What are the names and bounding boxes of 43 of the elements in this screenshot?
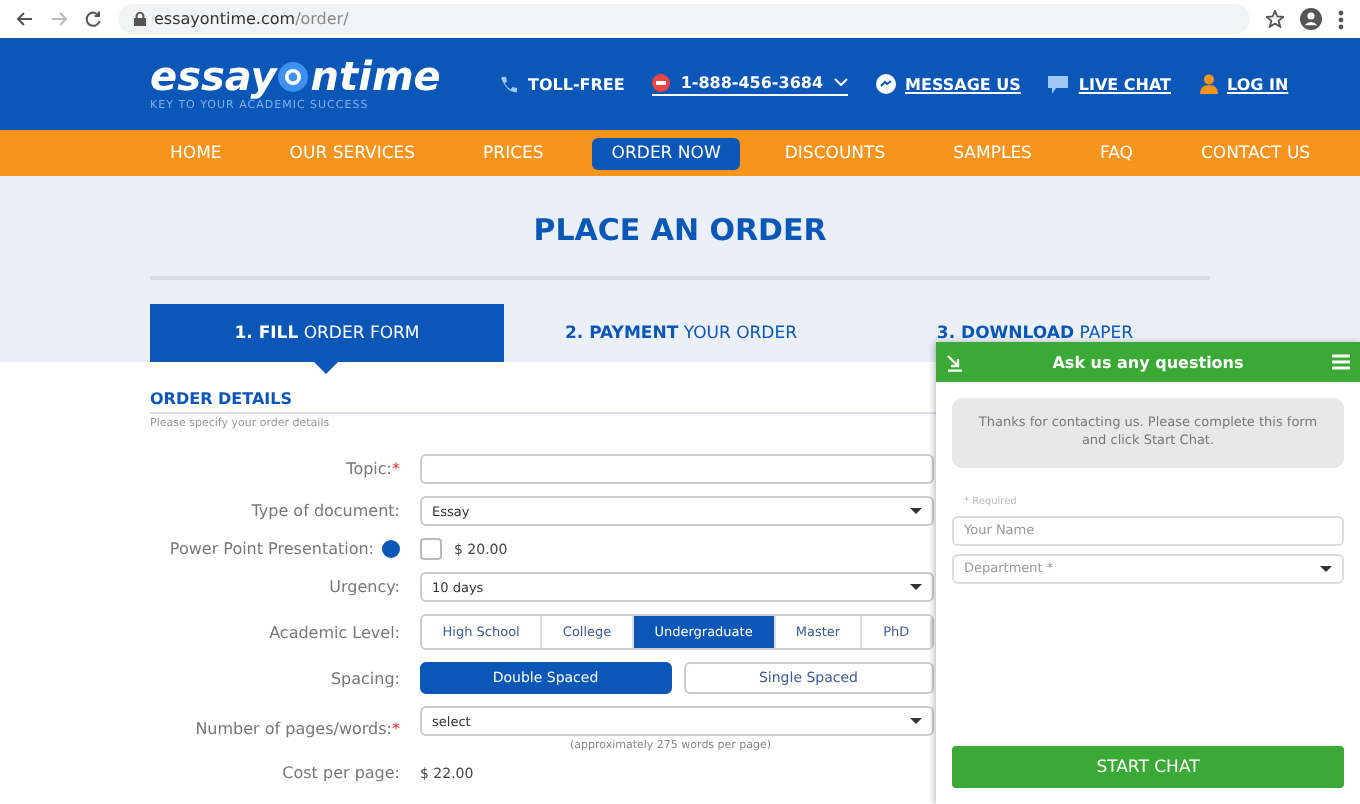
field-label: Number of pages/words:* xyxy=(193,720,400,738)
topic-field[interactable] xyxy=(420,454,934,484)
page-title: PLACE AN ORDER xyxy=(533,212,827,248)
header-link[interactable]: MESSAGE US xyxy=(905,75,1021,93)
caret-icon xyxy=(910,584,922,590)
lock-icon xyxy=(134,12,146,26)
star-icon[interactable] xyxy=(1266,10,1284,28)
user-icon xyxy=(1199,74,1217,94)
phone-icon xyxy=(500,75,518,93)
help-icon[interactable] xyxy=(382,540,400,559)
url-text: essayontime.com/order/ xyxy=(154,10,349,28)
logo-text: ntime xyxy=(310,56,441,96)
chat-title: Ask us any questions xyxy=(1052,353,1244,371)
field-label: Cost per page: xyxy=(280,764,400,782)
field-label: Academic Level: xyxy=(267,623,400,641)
logo-text: essay xyxy=(150,56,277,96)
reload-icon[interactable] xyxy=(84,10,102,28)
caret-icon xyxy=(910,508,922,514)
address-bar[interactable]: essayontime.com/order/ xyxy=(118,4,1250,34)
minimize-arrow-icon[interactable] xyxy=(946,353,964,371)
field-label: Spacing: xyxy=(328,669,400,687)
back-icon[interactable] xyxy=(16,10,34,28)
caret-icon xyxy=(1320,565,1332,572)
field-label: Topic:* xyxy=(344,460,400,478)
field-label: Type of document: xyxy=(249,502,400,520)
nav-link[interactable]: ORDER NOW xyxy=(591,137,741,169)
step-pointer-icon xyxy=(314,362,338,374)
field-label: Urgency: xyxy=(327,578,400,596)
checkbox[interactable] xyxy=(420,538,442,560)
chat-bubble-icon xyxy=(875,74,896,94)
menu-icon[interactable] xyxy=(1332,354,1350,370)
account-icon[interactable] xyxy=(1300,8,1322,30)
header-link[interactable]: LIVE CHAT xyxy=(1078,75,1171,93)
gear-ring-icon xyxy=(276,59,311,93)
toll-free-label: TOLL-FREE xyxy=(528,75,625,93)
chevron-down-icon xyxy=(833,78,848,86)
caret-icon xyxy=(910,718,922,724)
phone-selector[interactable]: 1-888-456-3684 xyxy=(652,73,848,95)
step-tab[interactable]: 2. PAYMENT YOUR ORDER xyxy=(504,304,858,362)
field-label: Power Point Presentation: xyxy=(150,539,400,559)
more-icon[interactable] xyxy=(1338,9,1344,29)
chat-bubble-icon xyxy=(1048,75,1069,93)
header-link[interactable]: LOG IN xyxy=(1227,75,1289,93)
